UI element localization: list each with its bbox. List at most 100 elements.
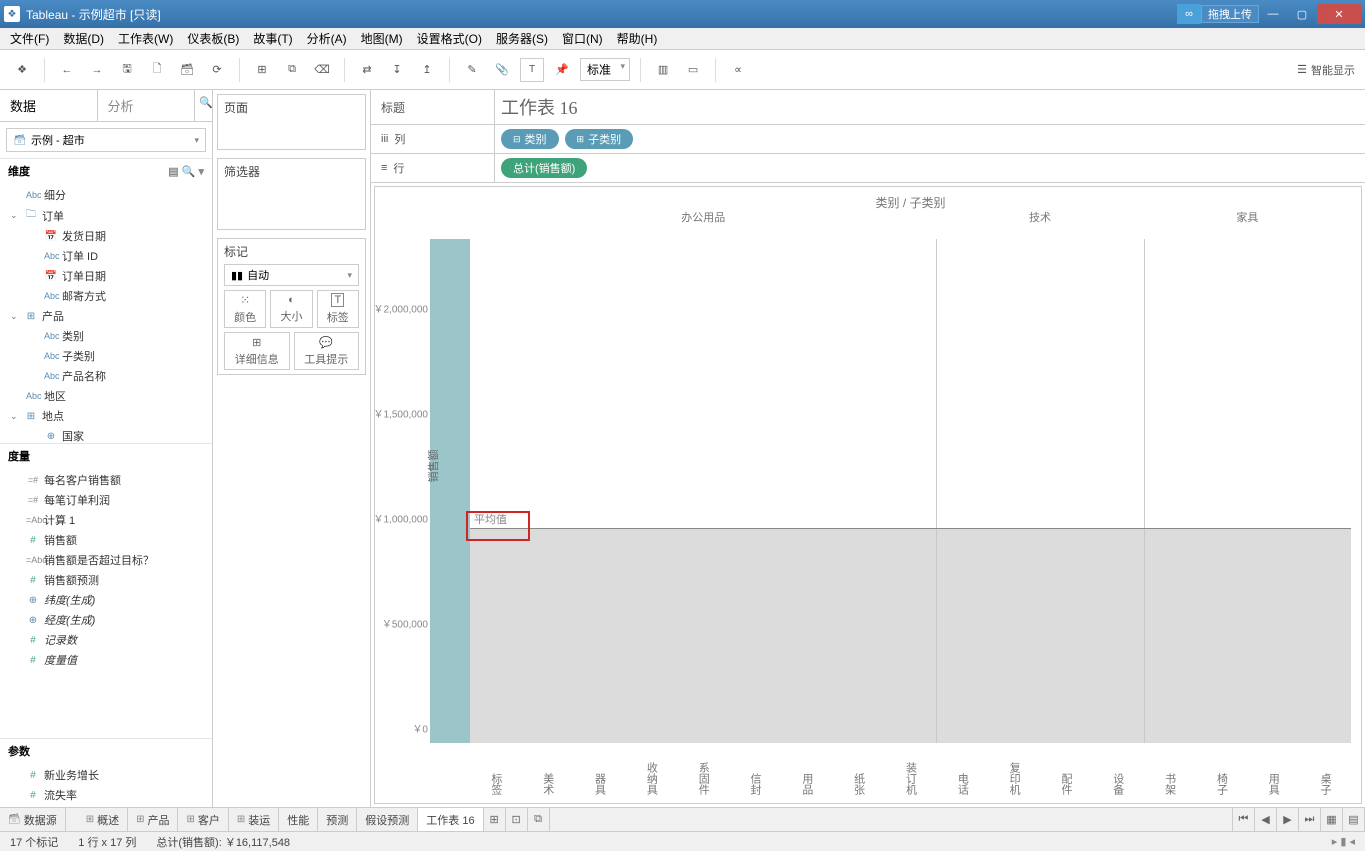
minimize-button[interactable]: — [1259, 4, 1287, 24]
tab-data[interactable]: 数据 [0, 90, 97, 121]
columns-shelf[interactable]: ⊟类别 ⊞子类别 [495, 125, 1365, 153]
new-story-icon[interactable]: ⧉ [528, 808, 550, 831]
pill-sales[interactable]: 总计(销售额) [501, 158, 587, 178]
menu-dashboard[interactable]: 仪表板(B) [187, 30, 239, 47]
datasource-dropdown[interactable]: 🗃 示例 - 超市 [6, 128, 206, 152]
dim-xifen[interactable]: Abc细分 [0, 185, 212, 205]
tab-analytics[interactable]: 分析 [97, 90, 195, 121]
menu-file[interactable]: 文件(F) [10, 30, 49, 47]
first-tab-icon[interactable]: ⏮ [1233, 808, 1255, 831]
dim-product-folder[interactable]: ⌄⊞产品 [0, 306, 212, 326]
swap-icon[interactable]: ⇄ [355, 58, 379, 82]
meas-9[interactable]: #度量值 [0, 650, 212, 670]
clear-icon[interactable]: ⌫ [310, 58, 334, 82]
menu-window[interactable]: 窗口(N) [562, 30, 603, 47]
forward-icon[interactable]: → [85, 58, 109, 82]
drag-upload-button[interactable]: 拖拽上传 [1201, 5, 1259, 23]
data-icon[interactable]: 🗃 [175, 58, 199, 82]
dim-orderdate[interactable]: 📅订单日期 [0, 266, 212, 286]
meas-8[interactable]: #记录数 [0, 630, 212, 650]
label-shelf[interactable]: T标签 [317, 290, 359, 328]
filters-card[interactable]: 筛选器 [217, 158, 366, 230]
back-icon[interactable]: ← [55, 58, 79, 82]
menu-server[interactable]: 服务器(S) [496, 30, 548, 47]
menu-worksheet[interactable]: 工作表(W) [118, 30, 173, 47]
tab-customer[interactable]: ⊞客户 [178, 808, 228, 831]
sort-asc-icon[interactable]: ↧ [385, 58, 409, 82]
pin-icon[interactable]: 📌 [550, 58, 574, 82]
meas-3[interactable]: #销售额 [0, 530, 212, 550]
meas-6[interactable]: ⊕纬度(生成) [0, 590, 212, 610]
duplicate-icon[interactable]: ⧉ [280, 58, 304, 82]
tab-overview[interactable]: ⊞概述 [78, 808, 128, 831]
close-button[interactable]: ✕ [1317, 4, 1361, 24]
rows-shelf[interactable]: 总计(销售额) [495, 154, 1365, 182]
show-filmstrip-icon[interactable]: ▦ [1321, 808, 1343, 831]
dim-chanpin[interactable]: Abc产品名称 [0, 366, 212, 386]
dim-didian-folder[interactable]: ⌄⊞地点 [0, 406, 212, 426]
menu-data[interactable]: 数据(D) [63, 30, 104, 47]
meas-7[interactable]: ⊕经度(生成) [0, 610, 212, 630]
pages-card[interactable]: 页面 [217, 94, 366, 150]
y-axis[interactable] [430, 239, 470, 743]
menu-help[interactable]: 帮助(H) [617, 30, 658, 47]
new-dashboard-icon[interactable]: ⊡ [506, 808, 528, 831]
search-icon[interactable]: 🔍 [194, 90, 212, 121]
menu-analysis[interactable]: 分析(A) [307, 30, 347, 47]
show-sheets-icon[interactable]: ▤ [1343, 808, 1365, 831]
menu-map[interactable]: 地图(M) [361, 30, 403, 47]
tab-performance[interactable]: 性能 [279, 808, 318, 831]
dim-guojia[interactable]: ⊕国家 [0, 426, 212, 443]
group-icon[interactable]: 📎 [490, 58, 514, 82]
dim-order-folder[interactable]: ⌄🗀订单 [0, 205, 212, 226]
detail-shelf[interactable]: ⊞详细信息 [224, 332, 290, 370]
next-tab-icon[interactable]: ▶ [1277, 808, 1299, 831]
color-shelf[interactable]: ⁙颜色 [224, 290, 266, 328]
dim-zileibie[interactable]: Abc子类别 [0, 346, 212, 366]
text-icon[interactable]: T [520, 58, 544, 82]
cloud-icon[interactable]: ∞ [1177, 4, 1201, 24]
menu-format[interactable]: 设置格式(O) [417, 30, 482, 47]
meas-1[interactable]: =#每笔订单利润 [0, 490, 212, 510]
tab-whatif[interactable]: 假设预测 [357, 808, 418, 831]
show-cards-icon[interactable]: ▥ [651, 58, 675, 82]
meas-2[interactable]: =Abc计算 1 [0, 510, 212, 530]
tooltip-shelf[interactable]: 💬工具提示 [294, 332, 360, 370]
tableau-logo-icon[interactable]: ❖ [10, 58, 34, 82]
fit-dropdown[interactable]: 标准 [580, 58, 630, 81]
tab-datasource[interactable]: 🗃数据源 [0, 808, 66, 831]
chart-viz[interactable]: 类别 / 子类别 办公用品技术家具 销售额 ￥0￥500,000￥1,000,0… [374, 186, 1362, 804]
share-icon[interactable]: ∝ [726, 58, 750, 82]
dim-diqu[interactable]: Abc地区 [0, 386, 212, 406]
show-me-button[interactable]: ☰ 智能显示 [1297, 62, 1355, 78]
meas-0[interactable]: =#每名客户销售额 [0, 470, 212, 490]
dim-fahuo[interactable]: 📅发货日期 [0, 226, 212, 246]
dim-orderid[interactable]: Abc订单 ID [0, 246, 212, 266]
tab-product[interactable]: ⊞产品 [128, 808, 178, 831]
highlight-icon[interactable]: ✎ [460, 58, 484, 82]
new-sheet-icon[interactable]: ⊞ [484, 808, 506, 831]
new-worksheet-icon[interactable]: ⊞ [250, 58, 274, 82]
tab-worksheet16[interactable]: 工作表 16 [418, 808, 483, 831]
new-datasource-icon[interactable]: 🗋 [145, 58, 169, 82]
menu-story[interactable]: 故事(T) [253, 30, 292, 47]
maximize-button[interactable]: ▢ [1288, 4, 1316, 24]
dim-leibie[interactable]: Abc类别 [0, 326, 212, 346]
meas-4[interactable]: =Abc销售额是否超过目标？ [0, 550, 212, 570]
pill-category[interactable]: ⊟类别 [501, 129, 559, 149]
meas-5[interactable]: #销售额预测 [0, 570, 212, 590]
save-icon[interactable]: 🖫 [115, 58, 139, 82]
size-shelf[interactable]: ◐大小 [270, 290, 312, 328]
worksheet-title[interactable]: 工作表 16 [501, 94, 578, 120]
prev-tab-icon[interactable]: ◀ [1255, 808, 1277, 831]
sort-desc-icon[interactable]: ↥ [415, 58, 439, 82]
mark-type-dropdown[interactable]: ▮▮自动 [224, 264, 359, 286]
param-0[interactable]: #新业务增长 [0, 765, 212, 785]
refresh-icon[interactable]: ⟳ [205, 58, 229, 82]
pill-subcategory[interactable]: ⊞子类别 [565, 129, 634, 149]
param-1[interactable]: #流失率 [0, 785, 212, 805]
dim-youji[interactable]: Abc邮寄方式 [0, 286, 212, 306]
presentation-icon[interactable]: ▭ [681, 58, 705, 82]
view-list-icon[interactable]: ▤ 🔍 ▾ [168, 165, 204, 178]
tab-forecast[interactable]: 预测 [318, 808, 357, 831]
